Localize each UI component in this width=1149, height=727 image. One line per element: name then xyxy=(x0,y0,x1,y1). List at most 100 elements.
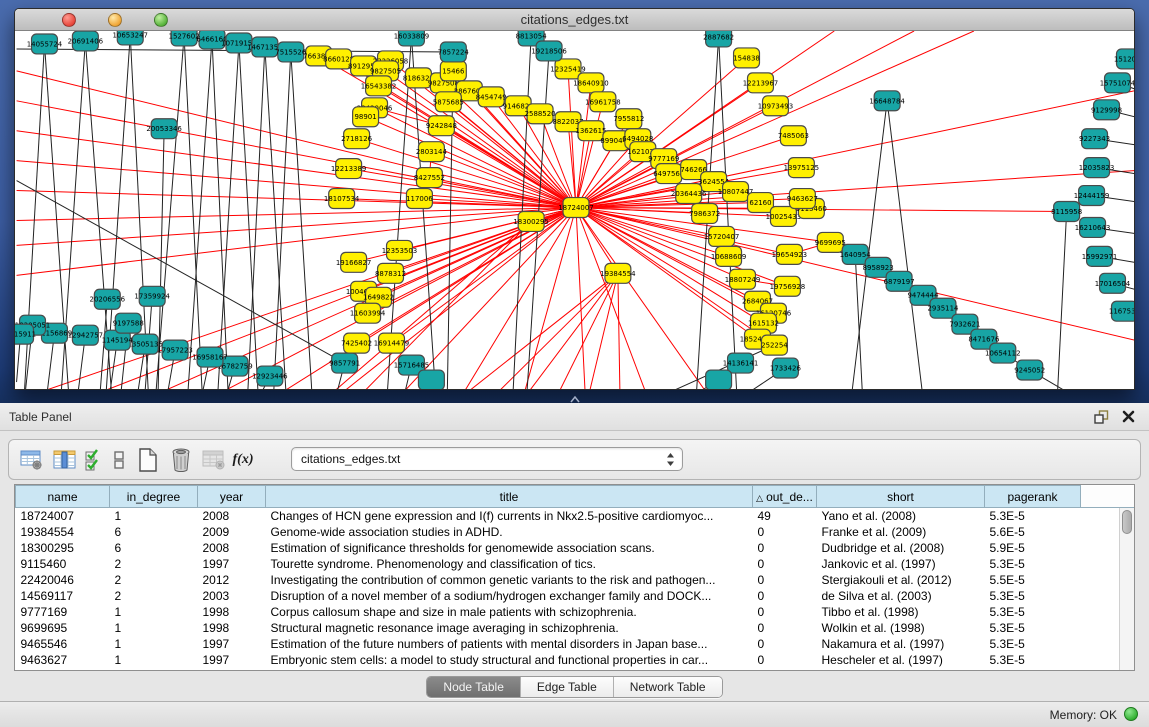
table-cell[interactable]: Hescheler et al. (1997) xyxy=(817,652,985,668)
table-cell[interactable]: 49 xyxy=(753,508,817,524)
table-cell[interactable]: 18300295 xyxy=(16,540,110,556)
table-cell[interactable]: 6 xyxy=(110,524,198,540)
table-cell[interactable]: 0 xyxy=(753,588,817,604)
table-row[interactable]: 1830029562008Estimation of significance … xyxy=(16,540,1136,556)
table-cell[interactable]: 1997 xyxy=(198,636,266,652)
row-selection-icon[interactable] xyxy=(83,447,105,473)
table-cell[interactable]: 0 xyxy=(753,604,817,620)
table-cell[interactable]: Nakamura et al. (1997) xyxy=(817,636,985,652)
table-cell[interactable]: 0 xyxy=(753,540,817,556)
table-cell[interactable]: Corpus callosum shape and size in male p… xyxy=(266,604,753,620)
table-cell[interactable]: 2009 xyxy=(198,524,266,540)
table-row[interactable]: 911546021997Tourette syndrome. Phenomeno… xyxy=(16,556,1136,572)
splitter-handle[interactable] xyxy=(570,396,580,403)
scrollbar-thumb[interactable] xyxy=(1122,510,1132,534)
table-cell[interactable]: 2 xyxy=(110,572,198,588)
table-scrollbar[interactable] xyxy=(1119,508,1134,670)
table-cell[interactable]: 0 xyxy=(753,572,817,588)
table-cell[interactable]: 0 xyxy=(753,652,817,668)
table-cell[interactable]: 9699695 xyxy=(16,620,110,636)
column-header[interactable]: short xyxy=(817,486,985,508)
table-cell[interactable]: Wolkin et al. (1998) xyxy=(817,620,985,636)
table-cell[interactable]: 2 xyxy=(110,556,198,572)
close-panel-icon[interactable] xyxy=(1122,410,1135,423)
table-cell[interactable]: Embryonic stem cells: a model to study s… xyxy=(266,652,753,668)
column-header[interactable]: year xyxy=(198,486,266,508)
table-cell[interactable]: 5.3E-5 xyxy=(985,620,1081,636)
table-cell[interactable]: 1998 xyxy=(198,620,266,636)
table-cell[interactable]: 0 xyxy=(753,524,817,540)
table-cell[interactable]: 14569117 xyxy=(16,588,110,604)
table-cell[interactable]: 19384554 xyxy=(16,524,110,540)
function-builder-icon[interactable]: f(x) xyxy=(232,447,254,473)
table-select-dropdown[interactable]: citations_edges.txt xyxy=(291,447,683,471)
column-header[interactable]: △out_de... xyxy=(753,486,817,508)
network-view-canvas[interactable]: 1872400776638228660128891295423226058982… xyxy=(15,31,1135,390)
table-cell[interactable]: 0 xyxy=(753,636,817,652)
table-cell[interactable]: Tibbo et al. (1998) xyxy=(817,604,985,620)
table-cell[interactable]: Franke et al. (2009) xyxy=(817,524,985,540)
table-cell[interactable]: Estimation of the future numbers of pati… xyxy=(266,636,753,652)
table-cell[interactable]: 1998 xyxy=(198,604,266,620)
table-cell[interactable]: de Silva et al. (2003) xyxy=(817,588,985,604)
table-cell[interactable]: 1 xyxy=(110,636,198,652)
table-row[interactable]: 946362711997Embryonic stem cells: a mode… xyxy=(16,652,1136,668)
table-cell[interactable]: 9115460 xyxy=(16,556,110,572)
table-cell[interactable]: 0 xyxy=(753,620,817,636)
table-cell[interactable]: 1 xyxy=(110,620,198,636)
table-cell[interactable]: 1997 xyxy=(198,652,266,668)
table-cell[interactable]: 1 xyxy=(110,508,198,524)
table-cell[interactable]: Genome-wide association studies in ADHD. xyxy=(266,524,753,540)
table-cell[interactable]: Investigating the contribution of common… xyxy=(266,572,753,588)
memory-status-indicator[interactable] xyxy=(1124,707,1138,721)
table-cell[interactable]: 2008 xyxy=(198,508,266,524)
table-cell[interactable]: 5.3E-5 xyxy=(985,588,1081,604)
table-cell[interactable]: Changes of HCN gene expression and I(f) … xyxy=(266,508,753,524)
table-row[interactable]: 969969511998Structural magnetic resonanc… xyxy=(16,620,1136,636)
table-cell[interactable]: 5.3E-5 xyxy=(985,636,1081,652)
table-cell[interactable]: Jankovic et al. (1997) xyxy=(817,556,985,572)
table-cell[interactable]: 6 xyxy=(110,540,198,556)
float-panel-icon[interactable] xyxy=(1094,410,1109,424)
table-cell[interactable]: Estimation of significance thresholds fo… xyxy=(266,540,753,556)
citation-network-graph[interactable]: 1872400776638228660128891295423226058982… xyxy=(15,31,1135,390)
table-options-icon[interactable] xyxy=(17,447,47,473)
table-cell[interactable]: 1 xyxy=(110,604,198,620)
table-cell[interactable]: 2003 xyxy=(198,588,266,604)
table-cell[interactable]: 5.6E-5 xyxy=(985,524,1081,540)
table-row[interactable]: 1456911722003Disruption of a novel membe… xyxy=(16,588,1136,604)
table-cell[interactable]: 22420046 xyxy=(16,572,110,588)
tab-node-table[interactable]: Node Table xyxy=(427,677,521,697)
table-cell[interactable]: 5.3E-5 xyxy=(985,508,1081,524)
table-cell[interactable]: Dudbridge et al. (2008) xyxy=(817,540,985,556)
table-cell[interactable]: 2012 xyxy=(198,572,266,588)
table-row[interactable]: 2242004622012Investigating the contribut… xyxy=(16,572,1136,588)
table-cell[interactable]: 18724007 xyxy=(16,508,110,524)
table-row[interactable]: 946554611997Estimation of the future num… xyxy=(16,636,1136,652)
window-titlebar[interactable]: citations_edges.txt xyxy=(15,9,1134,31)
table-cell[interactable]: Yano et al. (2008) xyxy=(817,508,985,524)
table-row[interactable]: 1938455462009Genome-wide association stu… xyxy=(16,524,1136,540)
table-cell[interactable]: 2 xyxy=(110,588,198,604)
tab-edge-table[interactable]: Edge Table xyxy=(521,677,614,697)
tab-network-table[interactable]: Network Table xyxy=(614,677,722,697)
column-header[interactable]: title xyxy=(266,486,753,508)
table-cell[interactable]: 9465546 xyxy=(16,636,110,652)
table-row[interactable]: 977716911998Corpus callosum shape and si… xyxy=(16,604,1136,620)
table-cell[interactable]: 5.3E-5 xyxy=(985,604,1081,620)
column-header[interactable]: pagerank xyxy=(985,486,1081,508)
table-cell[interactable]: 5.3E-5 xyxy=(985,556,1081,572)
table-mode-icon[interactable] xyxy=(108,447,130,473)
table-cell[interactable]: Structural magnetic resonance image aver… xyxy=(266,620,753,636)
table-cell[interactable]: 1 xyxy=(110,652,198,668)
table-cell[interactable]: 0 xyxy=(753,556,817,572)
table-cell[interactable]: 5.9E-5 xyxy=(985,540,1081,556)
column-header[interactable]: in_degree xyxy=(110,486,198,508)
column-header[interactable]: name xyxy=(16,486,110,508)
graph-node[interactable] xyxy=(706,370,732,390)
table-cell[interactable]: 5.5E-5 xyxy=(985,572,1081,588)
delete-table-icon[interactable] xyxy=(199,447,229,473)
graph-node[interactable] xyxy=(418,370,444,390)
new-column-icon[interactable] xyxy=(133,447,163,473)
delete-column-icon[interactable] xyxy=(166,447,196,473)
